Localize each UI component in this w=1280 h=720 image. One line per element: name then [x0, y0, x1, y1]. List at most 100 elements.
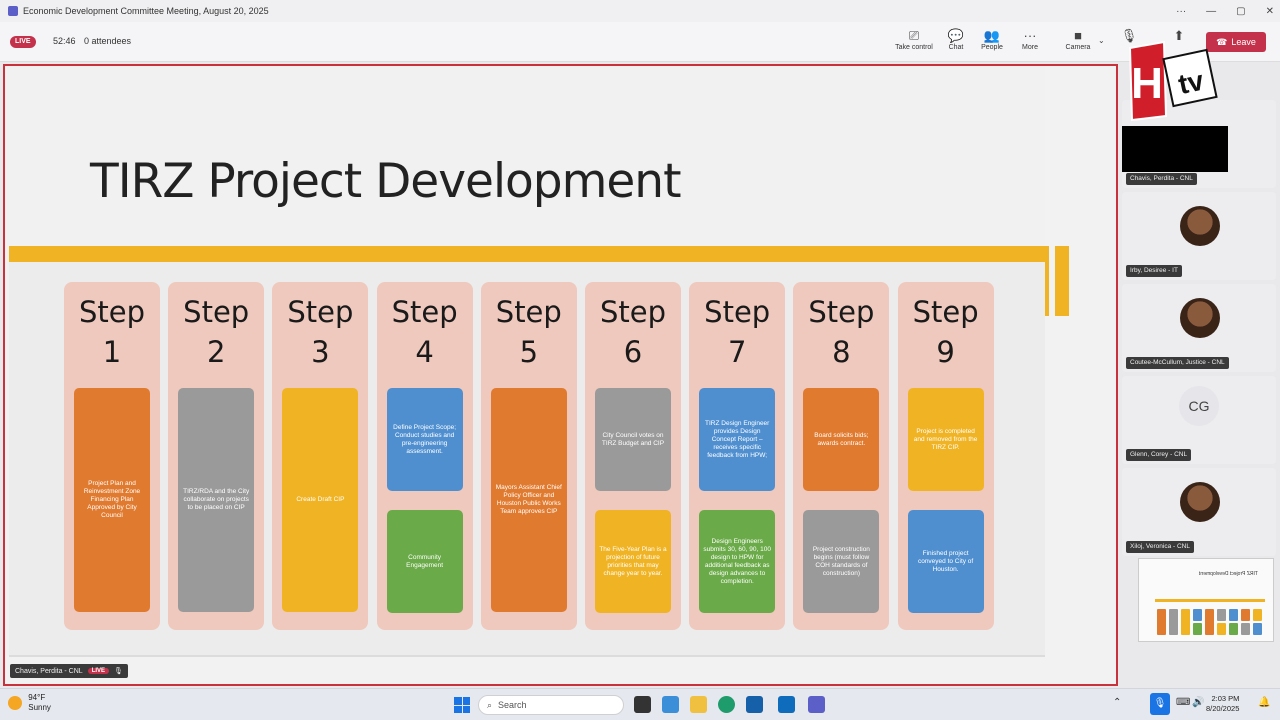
more-icon: ···: [1023, 28, 1037, 43]
thumbnail-step-box: [1193, 609, 1202, 621]
step-label: Step 1: [78, 295, 146, 369]
step-column: Step 8 Board solicits bids; awards contrac…: [793, 282, 890, 630]
file-explorer-icon[interactable]: [690, 696, 707, 713]
more-button[interactable]: ··· More: [1009, 28, 1051, 58]
step-column: Step 7 TIRZ Design Engineer provides Desig…: [689, 282, 786, 630]
chat-label: Chat: [948, 44, 964, 51]
logo-letter: H: [1131, 59, 1163, 108]
teams-icon[interactable]: [808, 696, 825, 713]
clock-time: 2:03 PM: [1211, 694, 1240, 703]
step-label: Step 8: [808, 295, 875, 369]
thumbnail-accent-bar: [1155, 599, 1265, 602]
live-badge: LIVE: [10, 36, 36, 48]
network-icon[interactable]: ⌨: [1176, 697, 1190, 708]
minimize-icon[interactable]: —: [1206, 6, 1216, 17]
weather-desc: Sunny: [28, 703, 51, 712]
camera-options-chevron-icon[interactable]: ⌄: [1098, 36, 1105, 45]
step-column: Step 9 Project is completed and removed fr…: [897, 282, 994, 630]
step-box: Project construction begins (must follow…: [803, 510, 880, 613]
thumbnail-step-box: [1229, 609, 1238, 621]
step-box: The Five-Year Plan is a projection of fu…: [595, 510, 671, 613]
weather-temp: 94°F: [28, 693, 46, 702]
presenter-live-badge: LIVE: [87, 668, 110, 674]
take-control-icon: ⎚: [908, 28, 920, 43]
maximize-icon[interactable]: ▢: [1236, 6, 1245, 17]
thumbnail-step-box: [1217, 609, 1226, 621]
meeting-toolbar: LIVE 52:46 0 attendees ⎚ Take control 💬 …: [0, 22, 1280, 62]
slide-accent-bar: [9, 246, 1049, 262]
tray-chevron-icon[interactable]: ⌃: [1113, 697, 1121, 708]
step-box: TIRZ Design Engineer provides Design Con…: [699, 388, 776, 491]
thumbnail-step-box: [1193, 623, 1202, 635]
thumbnail-step-box: [1217, 623, 1226, 635]
step-box: Community Engagement: [386, 510, 463, 613]
participant-initials: CG: [1179, 386, 1219, 426]
step-box: Board solicits bids; awards contract.: [803, 388, 880, 491]
people-icon: 👥: [983, 28, 1001, 43]
participant-name: Irby, Desiree - IT: [1126, 265, 1182, 277]
thumbnail-step-box: [1253, 609, 1262, 621]
thumbnail-step-box: [1241, 609, 1250, 621]
step-label: Step 2: [183, 295, 250, 369]
thumbnail-title: TIRZ Project Development: [1199, 571, 1258, 577]
step-box: TIRZ/RDA and the City collaborate on pro…: [178, 388, 255, 612]
step-label: Step 9: [912, 295, 979, 369]
task-view-icon[interactable]: [634, 696, 651, 713]
thumbnail-step-box: [1241, 623, 1250, 635]
participant-tile[interactable]: Coutee-McCullum, Justice - CNL: [1122, 284, 1276, 372]
thumbnail-step-box: [1157, 609, 1166, 635]
presenter-name: Chavis, Perdita - CNL: [15, 667, 83, 675]
thumbnail-step-box: [1169, 609, 1178, 635]
close-icon[interactable]: ✕: [1266, 6, 1274, 17]
camera-button[interactable]: ■ Camera: [1057, 28, 1099, 58]
slide-title: TIRZ Project Development: [90, 154, 682, 209]
thumbnail-step-box: [1205, 609, 1214, 635]
participant-avatar: [1180, 298, 1220, 338]
participant-tile[interactable]: Xiloj, Veronica - CNL: [1122, 468, 1276, 556]
slide-accent-bar-edge: [1055, 246, 1069, 316]
weather-widget[interactable]: 94°F Sunny: [8, 693, 51, 713]
step-box: City Council votes on TIRZ Budget and CI…: [595, 388, 671, 491]
taskbar-search[interactable]: ⌕ Search: [478, 695, 624, 715]
step-box: Project Plan and Reinvestment Zone Finan…: [74, 388, 150, 612]
participant-name: Xiloj, Veronica - CNL: [1126, 541, 1194, 553]
step-label: Step 6: [599, 295, 667, 369]
outlook-icon[interactable]: [778, 696, 795, 713]
window-titlebar: Economic Development Committee Meeting, …: [0, 0, 1280, 22]
volume-icon[interactable]: 🔊: [1192, 697, 1204, 708]
take-control-label: Take control: [895, 44, 933, 51]
notifications-icon[interactable]: 🔔: [1258, 697, 1270, 708]
step-column: Step 1 Project Plan and Reinvestment Zone …: [64, 282, 160, 630]
step-box: Mayors Assistant Chief Policy Officer an…: [490, 388, 567, 612]
store-icon[interactable]: [746, 696, 763, 713]
step-label: Step 7: [704, 295, 771, 369]
meeting-timer: 52:46: [53, 36, 76, 46]
thumbnail-step-box: [1253, 623, 1262, 635]
thumbnail-step-box: [1181, 609, 1190, 635]
step-box: Project is completed and removed from th…: [907, 388, 984, 491]
participant-name: Chavis, Perdita - CNL: [1126, 173, 1197, 185]
participant-avatar: [1180, 206, 1220, 246]
step-box: Finished project conveyed to City of Hou…: [907, 510, 984, 613]
participant-tile[interactable]: CG Glenn, Corey - CNL: [1122, 376, 1276, 464]
camera-label: Camera: [1065, 44, 1091, 51]
system-clock[interactable]: 2:03 PM 8/20/2025: [1206, 694, 1239, 714]
content-preview-thumbnail[interactable]: TIRZ Project Development: [1138, 558, 1274, 642]
presenter-name-tag: Chavis, Perdita - CNL LIVE 🎙: [10, 664, 128, 678]
more-options-icon[interactable]: ···: [1176, 6, 1186, 17]
step-column: Step 5 Mayors Assistant Chief Policy Offic…: [480, 282, 577, 630]
participant-name: Glenn, Corey - CNL: [1126, 449, 1192, 461]
tray-mic-icon[interactable]: 🎙: [1150, 693, 1170, 715]
window-title: Economic Development Committee Meeting, …: [23, 6, 269, 16]
camera-icon: ■: [1074, 28, 1082, 43]
windows-start-icon[interactable]: [454, 697, 470, 713]
widgets-icon[interactable]: [662, 696, 679, 713]
people-button[interactable]: 👥 People: [971, 28, 1013, 58]
sun-icon: [8, 696, 22, 710]
step-label: Step 3: [287, 295, 354, 369]
edge-browser-icon[interactable]: [718, 696, 735, 713]
take-control-button[interactable]: ⎚ Take control: [893, 28, 935, 58]
step-column: Step 6 City Council votes on TIRZ Budget a…: [585, 282, 681, 630]
participant-tile[interactable]: Irby, Desiree - IT: [1122, 192, 1276, 280]
presenter-mic-icon: 🎙: [114, 668, 123, 675]
